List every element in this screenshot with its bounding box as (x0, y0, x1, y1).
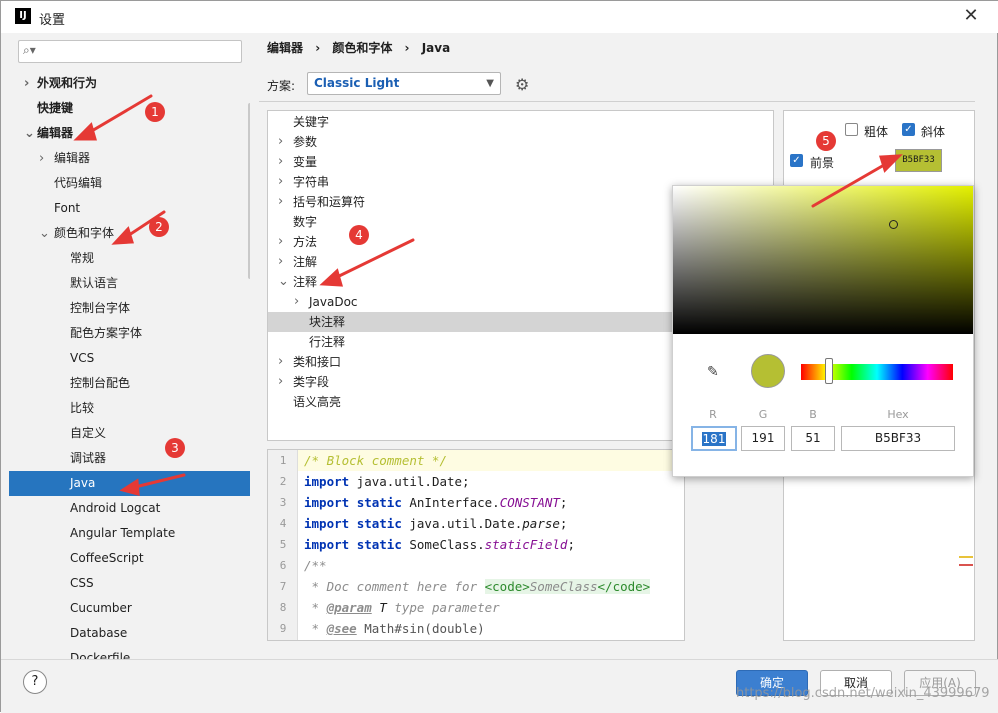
annotation-badge: 1 (145, 102, 165, 122)
annotation-arrowhead (319, 268, 344, 287)
annotation-arrow (331, 238, 415, 281)
annotation-arrowhead (879, 154, 903, 173)
annotation-badge: 2 (149, 217, 169, 237)
annotation-badge: 5 (816, 131, 836, 151)
annotation-badge: 3 (165, 438, 185, 458)
annotation-badge: 4 (349, 225, 369, 245)
annotation-arrow (129, 473, 186, 490)
annotation-arrow (811, 159, 893, 208)
annotation-arrowhead (73, 122, 97, 141)
annotation-arrowhead (111, 226, 134, 245)
annotation-arrowhead (119, 478, 140, 496)
settings-window: IJ 设置 ✕ ⌕▾ › 外观和行为 快捷键 ⌄ 编辑器 › 编辑器 代码编辑 Font ⌄ 颜色和… (0, 0, 998, 713)
annotation-arrow (83, 94, 153, 137)
